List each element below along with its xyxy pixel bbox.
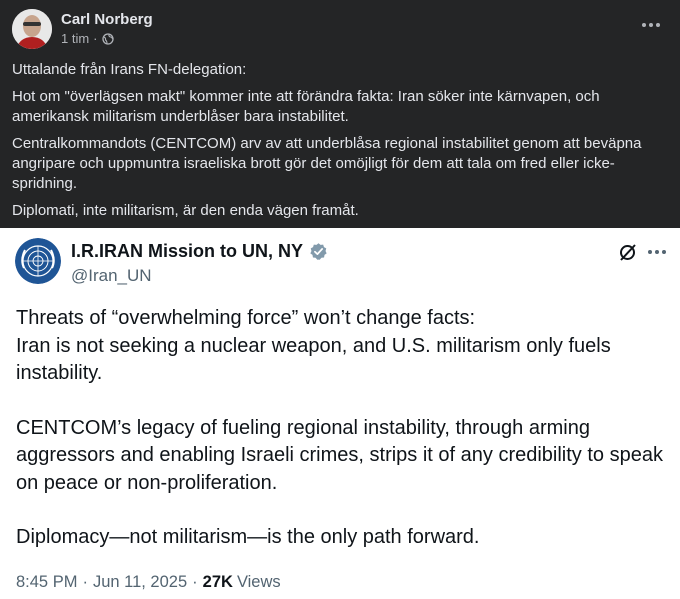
more-options-icon[interactable] — [640, 17, 662, 33]
embedded-tweet: I.R.IRAN Mission to UN, NY @Iran_UN Thre… — [0, 228, 680, 599]
views-count: 27K — [202, 573, 233, 591]
post-meta: 1 tim · — [61, 31, 114, 46]
post-time[interactable]: 1 tim — [61, 31, 89, 46]
tweet-handle[interactable]: @Iran_UN — [71, 266, 152, 286]
grok-icon[interactable] — [618, 242, 638, 262]
verified-badge-icon[interactable] — [309, 242, 328, 261]
post-paragraph: Hot om "överlägsen makt" kommer inte att… — [12, 88, 600, 125]
tweet-paragraph: CENTCOM’s legacy of fueling regional ins… — [16, 416, 663, 494]
tweet-paragraph: Diplomacy—not militarism—is the only pat… — [16, 526, 480, 548]
post-header: Carl Norberg 1 tim · — [12, 9, 668, 49]
footer-separator: · — [82, 573, 88, 591]
views-label: Views — [236, 573, 281, 591]
author-name[interactable]: Carl Norberg — [61, 11, 153, 28]
more-options-icon[interactable] — [648, 248, 668, 256]
tweet-author-row: I.R.IRAN Mission to UN, NY — [71, 241, 328, 262]
tweet-text: Threats of “overwhelming force” won’t ch… — [16, 305, 666, 552]
tweet-display-name[interactable]: I.R.IRAN Mission to UN, NY — [71, 241, 303, 262]
post-paragraph: Uttalande från Irans FN-delegation: — [12, 61, 247, 78]
author-avatar[interactable] — [12, 9, 52, 49]
footer-separator: · — [192, 573, 198, 591]
globe-icon — [101, 32, 114, 45]
facebook-post: Carl Norberg 1 tim · Uttalande från Iran… — [0, 0, 680, 228]
meta-separator: · — [93, 31, 98, 46]
post-paragraph: Diplomati, inte militarism, är den enda … — [12, 202, 359, 219]
tweet-time[interactable]: 8:45 PM — [16, 573, 77, 592]
tweet-footer: 8:45 PM · Jun 11, 2025 · 27K Views — [16, 573, 281, 592]
post-paragraph: Centralkommandots (CENTCOM) arv av att u… — [12, 135, 642, 192]
tweet-date[interactable]: Jun 11, 2025 — [93, 573, 187, 592]
un-emblem-avatar[interactable] — [15, 238, 61, 284]
tweet-paragraph: Threats of “overwhelming force” won’t ch… — [16, 307, 611, 384]
post-text: Uttalande från Irans FN-delegation: Hot … — [12, 60, 662, 228]
